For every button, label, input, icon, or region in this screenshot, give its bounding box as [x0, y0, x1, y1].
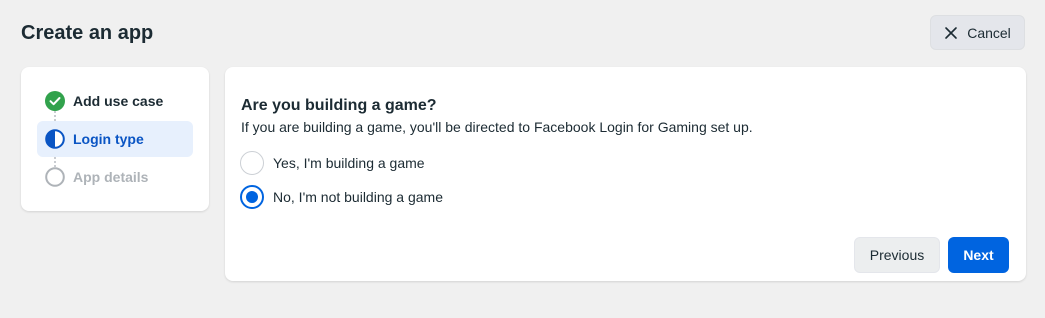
step-label: Add use case	[73, 93, 164, 109]
empty-circle-icon	[45, 167, 65, 187]
option-label: No, I'm not building a game	[273, 189, 443, 205]
step-add-use-case[interactable]: Add use case	[37, 83, 193, 119]
previous-button[interactable]: Previous	[854, 237, 940, 273]
step-label: Login type	[73, 131, 144, 147]
option-no-game[interactable]: No, I'm not building a game	[240, 185, 443, 209]
option-label: Yes, I'm building a game	[273, 155, 425, 171]
question-description: If you are building a game, you'll be di…	[241, 119, 753, 135]
half-circle-icon	[45, 129, 65, 149]
radio-checked[interactable]	[240, 185, 264, 209]
radio-unchecked[interactable]	[240, 151, 264, 175]
login-type-card: Are you building a game? If you are buil…	[225, 67, 1026, 281]
question-heading: Are you building a game?	[241, 97, 437, 114]
step-label: App details	[73, 169, 149, 185]
close-icon	[944, 26, 958, 40]
step-login-type[interactable]: Login type	[37, 121, 193, 157]
steps-panel: Add use case Login type App details	[21, 67, 209, 211]
next-button[interactable]: Next	[948, 237, 1009, 273]
cancel-button[interactable]: Cancel	[930, 15, 1025, 50]
option-yes-game[interactable]: Yes, I'm building a game	[240, 151, 425, 175]
cancel-label: Cancel	[967, 24, 1011, 41]
page-title: Create an app	[21, 22, 154, 44]
check-circle-icon	[45, 91, 65, 111]
step-app-details[interactable]: App details	[37, 159, 193, 195]
